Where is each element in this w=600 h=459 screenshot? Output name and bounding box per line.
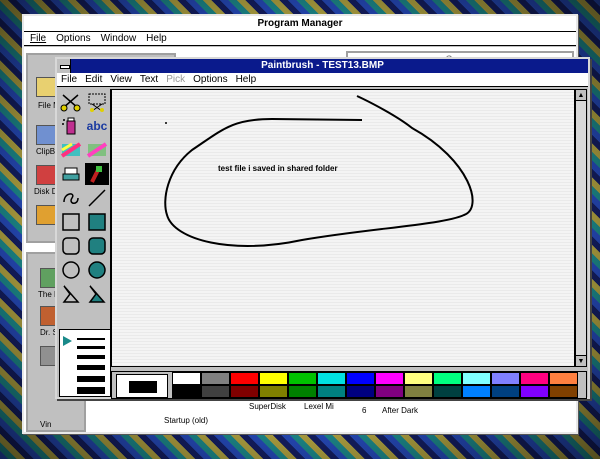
palette-swatch-bottom-7[interactable] bbox=[375, 385, 404, 398]
palette-swatch-top-7[interactable] bbox=[375, 372, 404, 385]
line-width-4[interactable] bbox=[77, 365, 105, 370]
palette-swatch-bottom-9[interactable] bbox=[433, 385, 462, 398]
palette-swatch-top-9[interactable] bbox=[433, 372, 462, 385]
palette-swatch-bottom-12[interactable] bbox=[520, 385, 549, 398]
scroll-up-arrow-icon[interactable]: ▲ bbox=[576, 90, 586, 101]
palette-swatch-bottom-1[interactable] bbox=[201, 385, 230, 398]
vertical-scrollbar[interactable]: ▲ ▼ bbox=[575, 89, 587, 367]
color-palette bbox=[111, 371, 587, 399]
program-label-3: Vin bbox=[40, 420, 52, 429]
pm-menu-window[interactable]: Window bbox=[101, 32, 137, 45]
drawing-canvas[interactable]: test file i saved in shared folder bbox=[111, 89, 575, 367]
palette-swatch-bottom-4[interactable] bbox=[288, 385, 317, 398]
number-six-label: 6 bbox=[362, 406, 367, 415]
scissors-icon[interactable] bbox=[59, 91, 83, 113]
filled-box-icon[interactable] bbox=[85, 211, 109, 233]
palette-swatch-top-2[interactable] bbox=[230, 372, 259, 385]
line-icon[interactable] bbox=[85, 187, 109, 209]
palette-swatch-bottom-11[interactable] bbox=[491, 385, 520, 398]
paint-roller-icon[interactable] bbox=[59, 163, 83, 185]
canvas-drawing bbox=[164, 95, 474, 247]
line-width-2[interactable] bbox=[77, 346, 105, 349]
minimized-groups-area: Startup (old) SuperDisk Lexel Mi 6 After… bbox=[84, 402, 524, 428]
superdisk-label[interactable]: SuperDisk bbox=[249, 402, 286, 411]
pb-menu-pick: Pick bbox=[166, 74, 186, 85]
paintbrush-window[interactable]: Paintbrush - TEST13.BMP File Edit View T… bbox=[55, 57, 590, 399]
paintbrush-title: Paintbrush - TEST13.BMP bbox=[261, 60, 384, 71]
palette-swatch-bottom-10[interactable] bbox=[462, 385, 491, 398]
line-width-1[interactable] bbox=[77, 338, 105, 340]
program-manager-title: Program Manager bbox=[24, 16, 576, 32]
line-width-selector[interactable] bbox=[59, 329, 111, 397]
palette-swatch-bottom-5[interactable] bbox=[317, 385, 346, 398]
palette-swatch-bottom-8[interactable] bbox=[404, 385, 433, 398]
canvas-text: test file i saved in shared folder bbox=[218, 164, 338, 173]
system-menu-box[interactable] bbox=[57, 59, 71, 73]
text-tool-icon[interactable]: abc bbox=[85, 115, 109, 137]
palette-swatch-top-13[interactable] bbox=[549, 372, 578, 385]
line-width-pointer-icon bbox=[63, 336, 72, 346]
pm-menu-options[interactable]: Options bbox=[56, 32, 90, 45]
after-dark-label[interactable]: After Dark bbox=[382, 406, 418, 415]
palette-swatch-bottom-3[interactable] bbox=[259, 385, 288, 398]
pb-menu-file[interactable]: File bbox=[61, 73, 77, 86]
palette-swatch-top-3[interactable] bbox=[259, 372, 288, 385]
box-icon[interactable] bbox=[59, 211, 83, 233]
polygon-icon[interactable] bbox=[59, 283, 83, 305]
circle-icon[interactable] bbox=[59, 259, 83, 281]
text-tool-label: abc bbox=[86, 119, 108, 133]
palette-swatch-top-8[interactable] bbox=[404, 372, 433, 385]
pick-icon[interactable] bbox=[85, 91, 109, 113]
palette-swatch-bottom-0[interactable] bbox=[172, 385, 201, 398]
palette-swatch-top-5[interactable] bbox=[317, 372, 346, 385]
current-colors-indicator bbox=[116, 374, 168, 398]
program-manager-menubar: File Options Window Help bbox=[24, 32, 576, 46]
filled-rounded-box-icon[interactable] bbox=[85, 235, 109, 257]
curve-icon[interactable] bbox=[59, 187, 83, 209]
palette-swatch-top-11[interactable] bbox=[491, 372, 520, 385]
scroll-down-arrow-icon[interactable]: ▼ bbox=[576, 355, 586, 366]
rounded-box-icon[interactable] bbox=[59, 235, 83, 257]
palette-swatch-top-6[interactable] bbox=[346, 372, 375, 385]
color-eraser-icon[interactable] bbox=[59, 139, 83, 161]
pb-menu-options[interactable]: Options bbox=[193, 73, 227, 86]
pb-menu-view[interactable]: View bbox=[110, 73, 132, 86]
filled-polygon-icon[interactable] bbox=[85, 283, 109, 305]
line-width-5[interactable] bbox=[77, 376, 105, 382]
palette-swatch-top-0[interactable] bbox=[172, 372, 201, 385]
paintbrush-titlebar[interactable]: Paintbrush - TEST13.BMP bbox=[57, 59, 588, 73]
palette-swatch-top-4[interactable] bbox=[288, 372, 317, 385]
line-width-6[interactable] bbox=[77, 387, 105, 394]
filled-circle-icon[interactable] bbox=[85, 259, 109, 281]
startup-group-label[interactable]: Startup (old) bbox=[164, 416, 208, 425]
eraser-icon[interactable] bbox=[85, 139, 109, 161]
pb-menu-text[interactable]: Text bbox=[140, 73, 158, 86]
palette-swatch-bottom-13[interactable] bbox=[549, 385, 578, 398]
palette-swatch-bottom-6[interactable] bbox=[346, 385, 375, 398]
pb-menu-help[interactable]: Help bbox=[236, 73, 257, 86]
lexel-label[interactable]: Lexel Mi bbox=[304, 402, 334, 411]
line-width-3[interactable] bbox=[77, 355, 105, 359]
palette-swatch-bottom-2[interactable] bbox=[230, 385, 259, 398]
foreground-color-swatch bbox=[129, 381, 157, 393]
airbrush-icon[interactable] bbox=[59, 115, 83, 137]
toolbox: abc bbox=[59, 89, 111, 339]
pb-menu-edit[interactable]: Edit bbox=[85, 73, 102, 86]
palette-swatch-top-1[interactable] bbox=[201, 372, 230, 385]
pm-menu-file[interactable]: File bbox=[30, 32, 46, 45]
palette-swatch-top-12[interactable] bbox=[520, 372, 549, 385]
brush-icon[interactable] bbox=[85, 163, 109, 185]
palette-swatch-top-10[interactable] bbox=[462, 372, 491, 385]
paintbrush-menubar: File Edit View Text Pick Options Help bbox=[57, 73, 588, 87]
pm-menu-help[interactable]: Help bbox=[146, 32, 167, 45]
